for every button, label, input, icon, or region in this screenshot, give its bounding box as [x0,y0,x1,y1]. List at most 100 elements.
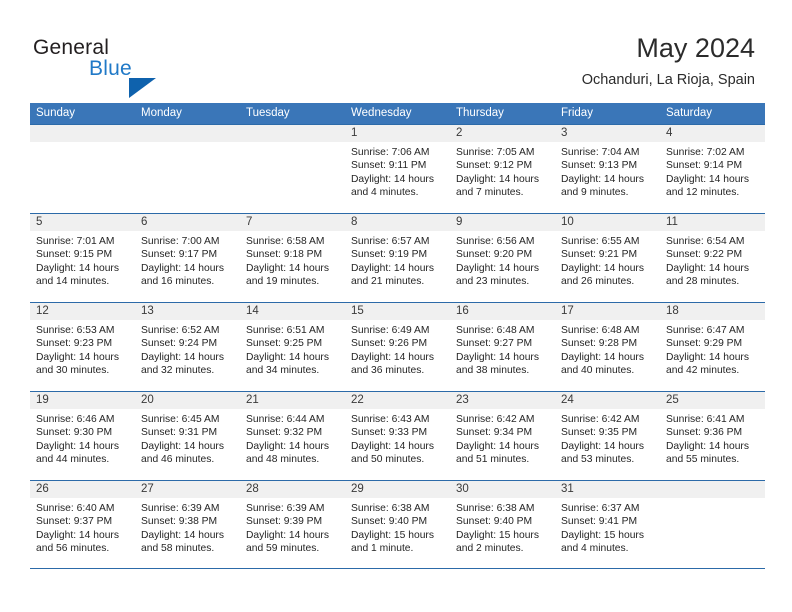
day-detail-line: and 42 minutes. [666,365,740,377]
week-rows-container: 1 Sunrise: 7:06 AM Sunset: 9:11 PM Daylight… [30,124,765,569]
day-number-band: 6 [135,214,240,231]
day-details: Sunrise: 6:45 AM Sunset: 9:31 PM Daylight:… [135,409,240,467]
day-cell-14[interactable]: 14 Sunrise: 6:51 AM Sunset: 9:25 PM Dayligh… [240,303,345,391]
day-cell-22[interactable]: 22 Sunrise: 6:43 AM Sunset: 9:33 PM Dayligh… [345,392,450,480]
day-detail-line: Sunrise: 6:53 AM [36,325,115,336]
day-number-band: 23 [450,392,555,409]
day-number-band: 30 [450,481,555,498]
day-cell-19[interactable]: 19 Sunrise: 6:46 AM Sunset: 9:30 PM Dayligh… [30,392,135,480]
day-number-band: 12 [30,303,135,320]
week-row: 12 Sunrise: 6:53 AM Sunset: 9:23 PM Dayligh… [30,302,765,391]
day-number: 11 [666,216,678,228]
day-detail-line: and 9 minutes. [561,187,629,199]
day-cell-28[interactable]: 28 Sunrise: 6:39 AM Sunset: 9:39 PM Dayligh… [240,481,345,568]
day-detail-line: Sunset: 9:39 PM [246,516,323,528]
day-cell-15[interactable]: 15 Sunrise: 6:49 AM Sunset: 9:26 PM Dayligh… [345,303,450,391]
day-detail-line: and 51 minutes. [456,454,530,466]
day-cell-25[interactable]: 25 Sunrise: 6:41 AM Sunset: 9:36 PM Dayligh… [660,392,765,480]
day-detail-line: Sunset: 9:14 PM [666,160,743,172]
day-detail-line: Daylight: 14 hours [666,351,749,363]
day-details: Sunrise: 7:06 AM Sunset: 9:11 PM Daylight:… [345,142,450,200]
day-cell-29[interactable]: 29 Sunrise: 6:38 AM Sunset: 9:40 PM Dayligh… [345,481,450,568]
day-cell-3[interactable]: 3 Sunrise: 7:04 AM Sunset: 9:13 PM Daylight… [555,125,660,213]
day-number-band: 20 [135,392,240,409]
day-details: Sunrise: 6:43 AM Sunset: 9:33 PM Daylight:… [345,409,450,467]
day-cell-30[interactable]: 30 Sunrise: 6:38 AM Sunset: 9:40 PM Dayligh… [450,481,555,568]
day-detail-line: Daylight: 14 hours [561,173,644,185]
day-cell-23[interactable]: 23 Sunrise: 6:42 AM Sunset: 9:34 PM Dayligh… [450,392,555,480]
day-detail-line: Daylight: 14 hours [666,262,749,274]
day-cell-16[interactable]: 16 Sunrise: 6:48 AM Sunset: 9:27 PM Dayligh… [450,303,555,391]
day-detail-line: Sunrise: 6:52 AM [141,325,220,336]
day-cell-8[interactable]: 8 Sunrise: 6:57 AM Sunset: 9:19 PM Daylight… [345,214,450,302]
day-details: Sunrise: 6:47 AM Sunset: 9:29 PM Daylight:… [660,320,765,378]
day-cell-20[interactable]: 20 Sunrise: 6:45 AM Sunset: 9:31 PM Dayligh… [135,392,240,480]
day-number-band: 9 [450,214,555,231]
day-cell-27[interactable]: 27 Sunrise: 6:39 AM Sunset: 9:38 PM Dayligh… [135,481,240,568]
day-detail-line: Sunrise: 6:47 AM [666,325,745,336]
day-detail-line: and 21 minutes. [351,276,425,288]
day-number-band: 16 [450,303,555,320]
day-details [240,142,345,146]
day-cell-7[interactable]: 7 Sunrise: 6:58 AM Sunset: 9:18 PM Daylight… [240,214,345,302]
day-number: 15 [351,305,364,317]
brand-logo[interactable]: General Blue [33,36,213,98]
day-detail-line: and 7 minutes. [456,187,524,199]
day-cell-26[interactable]: 26 Sunrise: 6:40 AM Sunset: 9:37 PM Dayligh… [30,481,135,568]
calendar-page: General Blue May 2024 Ochanduri, La Rioj… [0,0,792,612]
day-detail-line: Sunrise: 6:58 AM [246,236,325,247]
day-cell-13[interactable]: 13 Sunrise: 6:52 AM Sunset: 9:24 PM Dayligh… [135,303,240,391]
day-detail-line: Sunset: 9:36 PM [666,427,743,439]
day-cell-1[interactable]: 1 Sunrise: 7:06 AM Sunset: 9:11 PM Daylight… [345,125,450,213]
day-cell-6[interactable]: 6 Sunrise: 7:00 AM Sunset: 9:17 PM Daylight… [135,214,240,302]
day-details: Sunrise: 6:42 AM Sunset: 9:34 PM Daylight:… [450,409,555,467]
day-cell-11[interactable]: 11 Sunrise: 6:54 AM Sunset: 9:22 PM Dayligh… [660,214,765,302]
day-details: Sunrise: 6:51 AM Sunset: 9:25 PM Daylight:… [240,320,345,378]
brand-name-blue: Blue [89,57,132,80]
week-row: 5 Sunrise: 7:01 AM Sunset: 9:15 PM Daylight… [30,213,765,302]
day-cell-5[interactable]: 5 Sunrise: 7:01 AM Sunset: 9:15 PM Daylight… [30,214,135,302]
weekday-header-saturday: Saturday [666,107,713,119]
day-cell-12[interactable]: 12 Sunrise: 6:53 AM Sunset: 9:23 PM Dayligh… [30,303,135,391]
day-number: 6 [141,216,148,228]
day-cell-24[interactable]: 24 Sunrise: 6:42 AM Sunset: 9:35 PM Dayligh… [555,392,660,480]
page-header: General Blue May 2024 Ochanduri, La Rioj… [0,0,792,103]
weekday-header-monday: Monday [141,107,182,119]
day-detail-line: and 53 minutes. [561,454,635,466]
day-cell-17[interactable]: 17 Sunrise: 6:48 AM Sunset: 9:28 PM Dayligh… [555,303,660,391]
day-detail-line: and 44 minutes. [36,454,110,466]
day-cell-empty [135,125,240,213]
day-details: Sunrise: 6:56 AM Sunset: 9:20 PM Daylight:… [450,231,555,289]
day-detail-line: Sunset: 9:11 PM [351,160,427,172]
day-number: 1 [351,127,358,139]
day-detail-line: Daylight: 14 hours [351,262,434,274]
day-number-band: 17 [555,303,660,320]
day-details: Sunrise: 6:44 AM Sunset: 9:32 PM Daylight:… [240,409,345,467]
day-cell-4[interactable]: 4 Sunrise: 7:02 AM Sunset: 9:14 PM Daylight… [660,125,765,213]
day-cell-18[interactable]: 18 Sunrise: 6:47 AM Sunset: 9:29 PM Dayligh… [660,303,765,391]
day-detail-line: Sunrise: 6:38 AM [351,503,430,514]
day-cell-21[interactable]: 21 Sunrise: 6:44 AM Sunset: 9:32 PM Dayligh… [240,392,345,480]
day-number: 31 [561,483,574,495]
day-number-band: 31 [555,481,660,498]
day-detail-line: Daylight: 15 hours [456,529,539,541]
day-number-band: 1 [345,125,450,142]
day-details: Sunrise: 7:01 AM Sunset: 9:15 PM Daylight:… [30,231,135,289]
day-details: Sunrise: 6:48 AM Sunset: 9:27 PM Daylight:… [450,320,555,378]
day-detail-line: Daylight: 14 hours [246,351,329,363]
page-title: May 2024 [636,33,755,63]
day-cell-31[interactable]: 31 Sunrise: 6:37 AM Sunset: 9:41 PM Dayligh… [555,481,660,568]
day-detail-line: and 1 minute. [351,543,414,555]
day-number-band: 28 [240,481,345,498]
day-cell-10[interactable]: 10 Sunrise: 6:55 AM Sunset: 9:21 PM Dayligh… [555,214,660,302]
day-detail-line: Sunrise: 6:54 AM [666,236,745,247]
day-detail-line: and 23 minutes. [456,276,530,288]
day-detail-line: and 38 minutes. [456,365,530,377]
day-detail-line: and 50 minutes. [351,454,425,466]
day-number: 18 [666,305,679,317]
day-detail-line: Daylight: 14 hours [141,529,224,541]
day-number: 14 [246,305,259,317]
day-cell-2[interactable]: 2 Sunrise: 7:05 AM Sunset: 9:12 PM Daylight… [450,125,555,213]
weekday-header-row: Sunday Monday Tuesday Wednesday Thursday Frid… [30,103,765,124]
day-cell-9[interactable]: 9 Sunrise: 6:56 AM Sunset: 9:20 PM Daylight… [450,214,555,302]
